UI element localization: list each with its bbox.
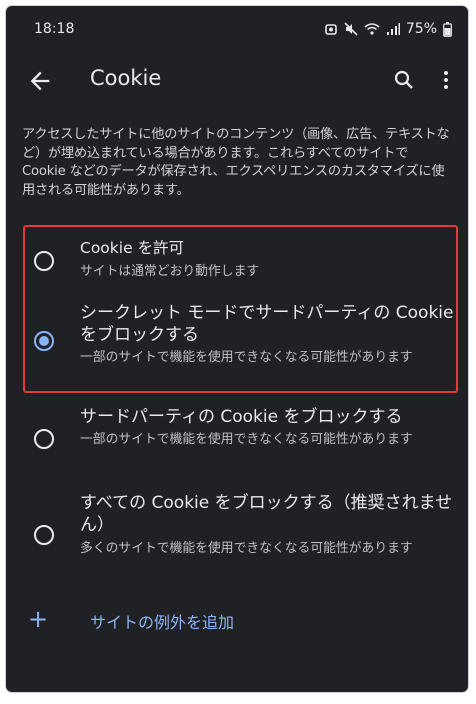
radio-block-third-party[interactable]: [34, 429, 54, 449]
option-block-all-cookies[interactable]: すべての Cookie をブロックする（推奨されません） 多くのサイトで機能を使…: [6, 490, 468, 582]
back-arrow-icon[interactable]: [26, 67, 54, 95]
phone-screen: 18:18 75% Cookie アクセスしたサイトに他のサイトのコンテンツ（画…: [6, 6, 468, 692]
signal-icon: [386, 23, 400, 35]
option-title: シークレット モードでサードパーティの Cookie をブロックする: [80, 303, 454, 345]
radio-block-all-cookies[interactable]: [34, 525, 54, 545]
wifi-icon: [364, 23, 380, 35]
status-icons: 75%: [324, 21, 452, 37]
option-subtitle: 多くのサイトで機能を使用できなくなる可能性があります: [80, 541, 413, 556]
option-subtitle: 一部のサイトで機能を使用できなくなる可能性があります: [80, 350, 413, 365]
mute-icon: [344, 22, 358, 36]
option-block-third-party[interactable]: サードパーティの Cookie をブロックする 一部のサイトで機能を使用できなく…: [6, 404, 468, 478]
battery-icon: [443, 21, 452, 37]
screenshot-icon: [325, 24, 337, 35]
option-block-third-party-incognito[interactable]: シークレット モードでサードパーティの Cookie をブロックする 一部のサイ…: [6, 296, 468, 386]
option-subtitle: サイトは通常どおり動作します: [80, 264, 260, 279]
plus-icon: +: [28, 605, 49, 633]
app-bar: Cookie: [6, 52, 468, 110]
add-site-exception-button[interactable]: + サイトの例外を追加: [6, 606, 468, 636]
option-title: すべての Cookie をブロックする（推奨されません）: [80, 493, 453, 535]
option-subtitle: 一部のサイトで機能を使用できなくなる可能性があります: [80, 432, 413, 447]
status-bar: 18:18 75%: [6, 6, 468, 52]
status-time: 18:18: [34, 21, 75, 37]
radio-allow-cookies[interactable]: [34, 251, 54, 271]
radio-block-third-party-incognito[interactable]: [34, 331, 54, 351]
battery-percent: 75%: [405, 21, 437, 37]
more-options-icon[interactable]: [436, 68, 456, 92]
option-title: サードパーティの Cookie をブロックする: [80, 407, 403, 427]
cookie-description: アクセスしたサイトに他のサイトのコンテンツ（画像、広告、テキストなど）が埋め込ま…: [22, 127, 450, 198]
search-icon[interactable]: [392, 68, 416, 92]
option-allow-cookies[interactable]: Cookie を許可 サイトは通常どおり動作します: [6, 232, 468, 288]
option-title: Cookie を許可: [80, 239, 185, 257]
page-title: Cookie: [90, 66, 162, 90]
add-site-exception-label: サイトの例外を追加: [90, 613, 235, 632]
